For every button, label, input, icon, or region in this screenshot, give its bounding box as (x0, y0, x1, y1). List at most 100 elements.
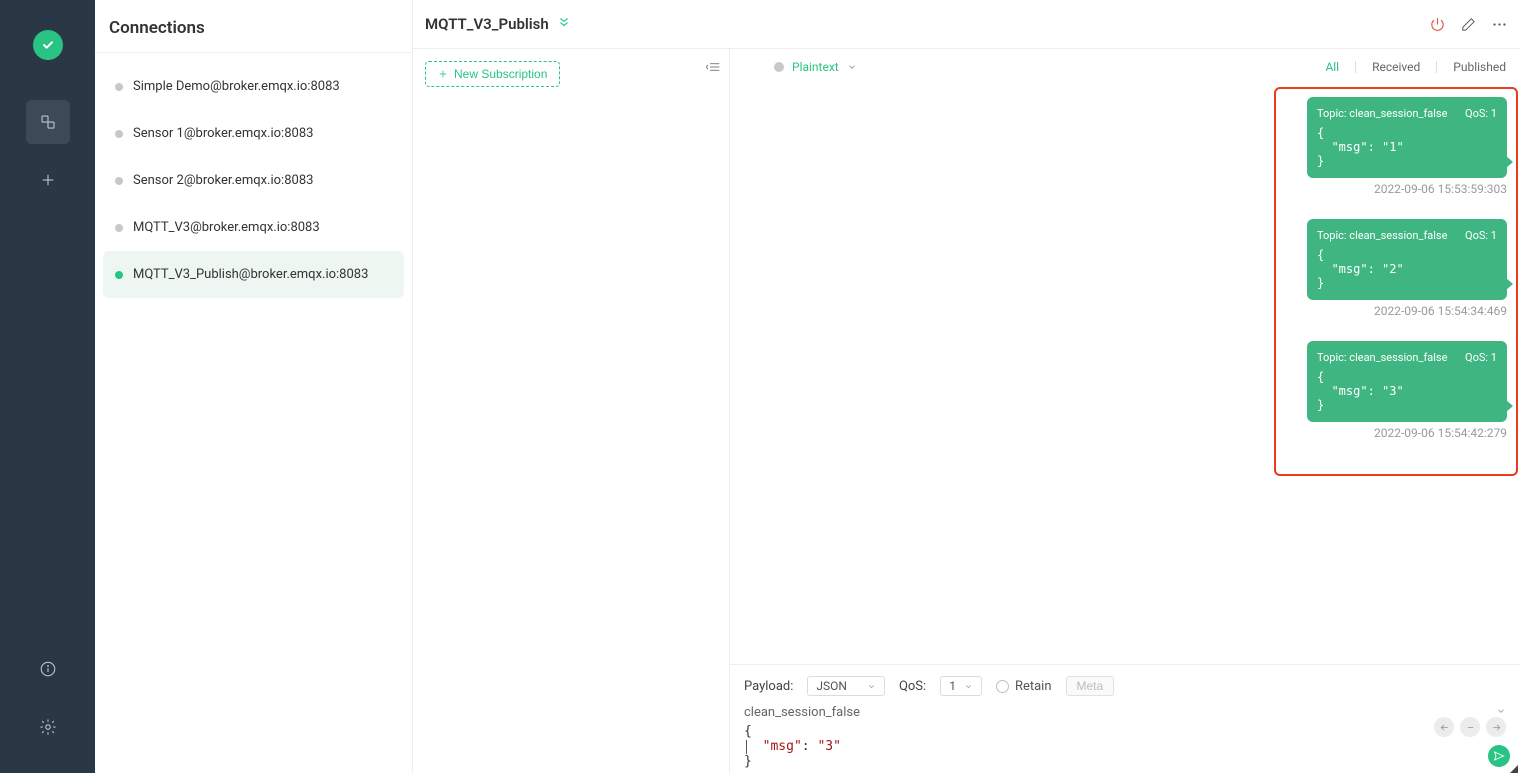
qos-value: 1 (949, 679, 956, 693)
nav-info[interactable] (26, 647, 70, 691)
retain-toggle[interactable]: Retain (996, 679, 1052, 694)
connections-list: Simple Demo@broker.emqx.io:8083 Sensor 1@… (95, 53, 412, 308)
minus-icon (1465, 722, 1476, 733)
message-topic: Topic: clean_session_false (1317, 107, 1447, 120)
send-button[interactable] (1488, 745, 1510, 767)
connection-label: MQTT_V3@broker.emqx.io:8083 (133, 220, 320, 235)
new-subscription-button[interactable]: New Subscription (425, 61, 560, 87)
chevron-down-icon (847, 62, 857, 72)
main-header: MQTT_V3_Publish (413, 0, 1520, 49)
status-dot (115, 224, 123, 232)
payload-value: "3" (817, 739, 840, 754)
message-bubble[interactable]: Topic: clean_session_false QoS: 1 { "msg":… (1307, 341, 1507, 422)
message-timestamp: 2022-09-06 15:53:59:303 (1307, 182, 1507, 196)
header-actions (1429, 16, 1508, 33)
collapse-subscriptions[interactable] (700, 59, 730, 75)
more-button[interactable] (1491, 16, 1508, 33)
status-dot (115, 130, 123, 138)
edit-button[interactable] (1460, 16, 1477, 33)
qos-select[interactable]: 1 (940, 676, 982, 696)
app-logo (33, 30, 63, 60)
message-item: Topic: clean_session_false QoS: 1 { "msg":… (1307, 219, 1507, 318)
chevron-down-icon (1496, 706, 1506, 716)
chevron-down-icon (964, 682, 973, 691)
chevrons-down-icon (557, 15, 571, 29)
connection-item[interactable]: Simple Demo@broker.emqx.io:8083 (103, 63, 404, 110)
topic-input[interactable]: clean_session_false (744, 705, 860, 720)
message-item: Topic: clean_session_false QoS: 1 { "msg":… (1307, 341, 1507, 440)
nav-settings[interactable] (26, 705, 70, 749)
disconnect-button[interactable] (1429, 16, 1446, 33)
message-payload: { "msg": "1" } (1317, 126, 1497, 168)
nav-rail (0, 0, 95, 773)
compose-options-row: Payload: JSON QoS: 1 Retain Meta (744, 673, 1506, 699)
message-topic: Topic: clean_session_false (1317, 351, 1447, 364)
connection-label: Sensor 2@broker.emqx.io:8083 (133, 173, 313, 188)
connections-panel: Connections Simple Demo@broker.emqx.io:8… (95, 0, 413, 773)
connection-item[interactable]: Sensor 2@broker.emqx.io:8083 (103, 157, 404, 204)
tab-received[interactable]: Received (1372, 60, 1420, 74)
connection-label: MQTT_V3_Publish@broker.emqx.io:8083 (133, 267, 368, 282)
message-qos: QoS: 1 (1465, 229, 1497, 242)
connection-title: MQTT_V3_Publish (425, 15, 549, 33)
subscriptions-column: New Subscription (413, 49, 730, 773)
arrow-left-icon (1439, 722, 1450, 733)
connections-title: Connections (95, 0, 412, 53)
message-qos: QoS: 1 (1465, 351, 1497, 364)
nav-add[interactable] (26, 158, 70, 202)
connection-item[interactable]: MQTT_V3_Publish@broker.emqx.io:8083 (103, 251, 404, 298)
collapse-icon (706, 59, 722, 75)
arrow-right-icon (1491, 722, 1502, 733)
format-dropdown[interactable] (847, 62, 857, 72)
history-prev-button[interactable] (1434, 717, 1454, 737)
messages-toolbar: Plaintext All Received Published (730, 49, 1520, 85)
compose-history-actions (1434, 717, 1506, 737)
connection-item[interactable]: MQTT_V3@broker.emqx.io:8083 (103, 204, 404, 251)
logo-icon (40, 37, 56, 53)
message-payload: { "msg": "2" } (1317, 248, 1497, 290)
payload-key: "msg" (763, 739, 802, 754)
radio-icon (996, 680, 1009, 693)
expand-toggle[interactable] (557, 15, 571, 33)
message-payload: { "msg": "3" } (1317, 370, 1497, 412)
resize-handle[interactable] (1510, 765, 1518, 773)
connections-icon (39, 113, 57, 131)
message-topic: Topic: clean_session_false (1317, 229, 1447, 242)
tab-published[interactable]: Published (1453, 60, 1506, 74)
format-area: Plaintext (760, 60, 857, 74)
payload-type-label: Payload: (744, 679, 793, 694)
message-qos: QoS: 1 (1465, 107, 1497, 120)
message-timestamp: 2022-09-06 15:54:34:469 (1307, 304, 1507, 318)
send-icon (1493, 750, 1505, 762)
connection-label: Sensor 1@broker.emqx.io:8083 (133, 126, 313, 141)
connection-item[interactable]: Sensor 1@broker.emqx.io:8083 (103, 110, 404, 157)
topic-row: clean_session_false (744, 699, 1506, 720)
compose-panel: Payload: JSON QoS: 1 Retain Meta (730, 664, 1520, 773)
payload-editor[interactable]: { "msg": "3" } (744, 720, 1506, 769)
messages-column: Plaintext All Received Published Topic: … (730, 49, 1520, 773)
status-dot (115, 83, 123, 91)
chevron-down-icon (867, 682, 876, 691)
history-mid-button[interactable] (1460, 717, 1480, 737)
more-icon (1491, 16, 1508, 33)
retain-label: Retain (1015, 679, 1052, 694)
info-icon (39, 660, 57, 678)
power-icon (1429, 16, 1446, 33)
gear-icon (39, 718, 57, 736)
status-dot (774, 62, 784, 72)
meta-button[interactable]: Meta (1066, 676, 1115, 696)
payload-type-select[interactable]: JSON (807, 676, 885, 696)
plus-icon (39, 171, 57, 189)
main-area: MQTT_V3_Publish New Subscription (413, 0, 1520, 773)
messages-scroll[interactable]: Topic: clean_session_false QoS: 1 { "msg":… (730, 85, 1520, 664)
message-bubble[interactable]: Topic: clean_session_false QoS: 1 { "msg":… (1307, 219, 1507, 300)
nav-connections[interactable] (26, 100, 70, 144)
plus-icon (438, 69, 448, 79)
message-bubble[interactable]: Topic: clean_session_false QoS: 1 { "msg":… (1307, 97, 1507, 178)
history-next-button[interactable] (1486, 717, 1506, 737)
tab-all[interactable]: All (1325, 60, 1339, 74)
edit-icon (1460, 16, 1477, 33)
new-subscription-label: New Subscription (454, 67, 547, 81)
message-item: Topic: clean_session_false QoS: 1 { "msg":… (1307, 97, 1507, 196)
payload-format-label: Plaintext (792, 60, 839, 74)
